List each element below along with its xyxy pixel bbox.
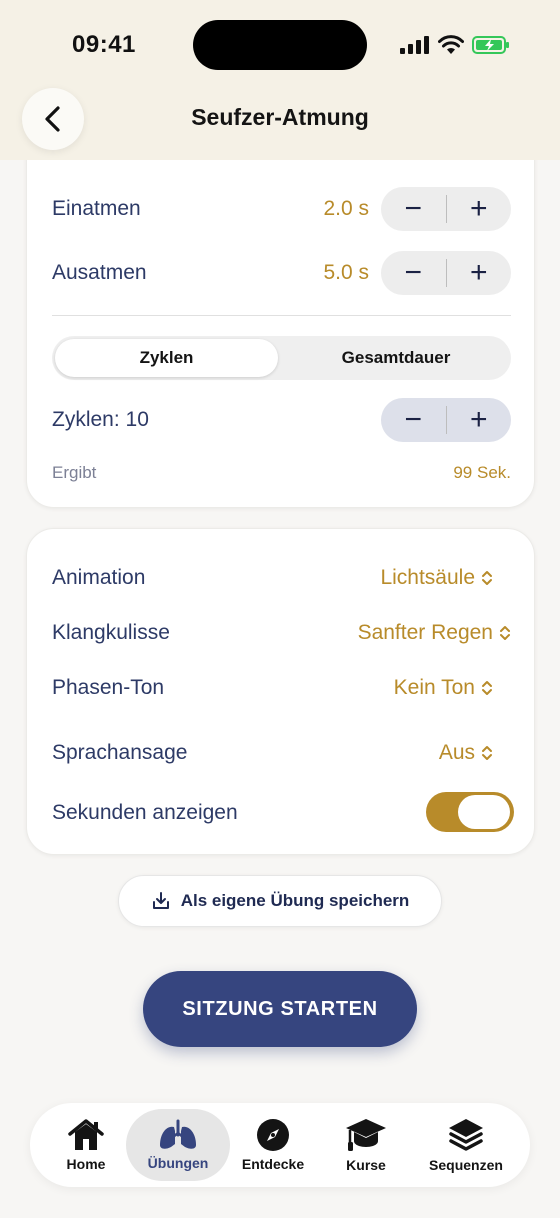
voice-picker[interactable]: Aus bbox=[277, 741, 493, 765]
cycles-label: Zyklen: 10 bbox=[52, 408, 149, 431]
house-icon bbox=[68, 1119, 104, 1150]
chevron-up-down-icon bbox=[482, 571, 492, 585]
voice-value: Aus bbox=[438, 741, 475, 764]
settings-card: Animation Lichtsäule Klangkulisse Sanfte… bbox=[26, 528, 535, 855]
soundscape-picker[interactable]: Sanfter Regen bbox=[277, 621, 511, 645]
tab-discover-label: Entdecke bbox=[241, 1156, 305, 1172]
breathing-card: Einatmen 2.0 s − + Ausatmen 5.0 s − + Zy… bbox=[26, 110, 535, 508]
exhale-increment-button[interactable]: + bbox=[447, 251, 512, 295]
save-download-icon bbox=[152, 892, 169, 909]
result-label: Ergibt bbox=[52, 463, 97, 482]
dynamic-island bbox=[193, 20, 367, 70]
cycles-stepper: − + bbox=[381, 398, 511, 442]
phase-tone-picker[interactable]: Kein Ton bbox=[277, 676, 493, 700]
tab-home[interactable]: Home bbox=[44, 1109, 128, 1181]
status-time: 09:41 bbox=[72, 31, 136, 58]
animation-picker[interactable]: Lichtsäule bbox=[277, 566, 493, 590]
tab-sequences-label: Sequenzen bbox=[429, 1157, 503, 1173]
tab-home-label: Home bbox=[66, 1156, 106, 1172]
cycles-increment-button[interactable]: + bbox=[447, 398, 512, 442]
toggle-knob bbox=[458, 795, 510, 829]
exhale-label: Ausatmen bbox=[52, 261, 147, 284]
divider bbox=[52, 315, 511, 316]
tab-exercises-label: Übungen bbox=[147, 1155, 209, 1171]
soundscape-label: Klangkulisse bbox=[52, 621, 170, 644]
inhale-value: 2.0 s bbox=[323, 197, 369, 220]
tab-bar: Home Übungen Entdecke Kurse Sequenzen bbox=[30, 1103, 530, 1187]
result-value: 99 Sek. bbox=[453, 463, 511, 482]
signal-icon bbox=[400, 36, 429, 54]
wifi-icon bbox=[438, 35, 464, 54]
cycles-decrement-button[interactable]: − bbox=[381, 398, 446, 442]
exhale-stepper: − + bbox=[381, 251, 511, 295]
tab-exercises[interactable]: Übungen bbox=[126, 1109, 230, 1181]
animation-label: Animation bbox=[52, 566, 146, 589]
status-icons bbox=[400, 34, 510, 56]
graduation-cap-icon bbox=[346, 1119, 386, 1151]
inhale-stepper: − + bbox=[381, 187, 511, 231]
compass-icon bbox=[257, 1119, 289, 1151]
tab-sequences[interactable]: Sequenzen bbox=[416, 1109, 516, 1181]
inhale-decrement-button[interactable]: − bbox=[381, 187, 446, 231]
save-exercise-button[interactable]: Als eigene Übung speichern bbox=[118, 875, 442, 927]
tab-courses[interactable]: Kurse bbox=[324, 1109, 408, 1181]
start-session-button[interactable]: SITZUNG STARTEN bbox=[143, 971, 417, 1047]
battery-icon bbox=[472, 36, 509, 54]
tab-discover[interactable]: Entdecke bbox=[230, 1109, 316, 1181]
exhale-decrement-button[interactable]: − bbox=[381, 251, 446, 295]
page-title: Seufzer-Atmung bbox=[191, 104, 369, 130]
voice-label: Sprachansage bbox=[52, 741, 188, 764]
chevron-up-down-icon bbox=[482, 681, 492, 695]
status-bar: 09:41 bbox=[0, 0, 560, 90]
tab-courses-label: Kurse bbox=[346, 1157, 386, 1173]
layers-icon bbox=[449, 1119, 483, 1151]
inhale-increment-button[interactable]: + bbox=[447, 187, 512, 231]
lungs-icon bbox=[160, 1119, 196, 1149]
animation-value: Lichtsäule bbox=[380, 566, 475, 589]
inhale-label: Einatmen bbox=[52, 197, 141, 220]
chevron-up-down-icon bbox=[482, 746, 492, 760]
mode-segmented-control: Zyklen Gesamtdauer bbox=[52, 336, 511, 380]
save-button-label: Als eigene Übung speichern bbox=[180, 891, 410, 910]
show-seconds-label: Sekunden anzeigen bbox=[52, 801, 238, 824]
phase-tone-label: Phasen-Ton bbox=[52, 676, 165, 699]
exhale-value: 5.0 s bbox=[323, 261, 369, 284]
show-seconds-toggle[interactable] bbox=[426, 792, 514, 832]
segment-cycles[interactable]: Zyklen bbox=[55, 339, 278, 377]
segment-total-duration[interactable]: Gesamtdauer bbox=[284, 339, 508, 377]
phase-tone-value: Kein Ton bbox=[393, 676, 475, 699]
nav-header: Seufzer-Atmung bbox=[0, 88, 560, 152]
soundscape-value: Sanfter Regen bbox=[357, 621, 493, 644]
chevron-up-down-icon bbox=[500, 626, 510, 640]
